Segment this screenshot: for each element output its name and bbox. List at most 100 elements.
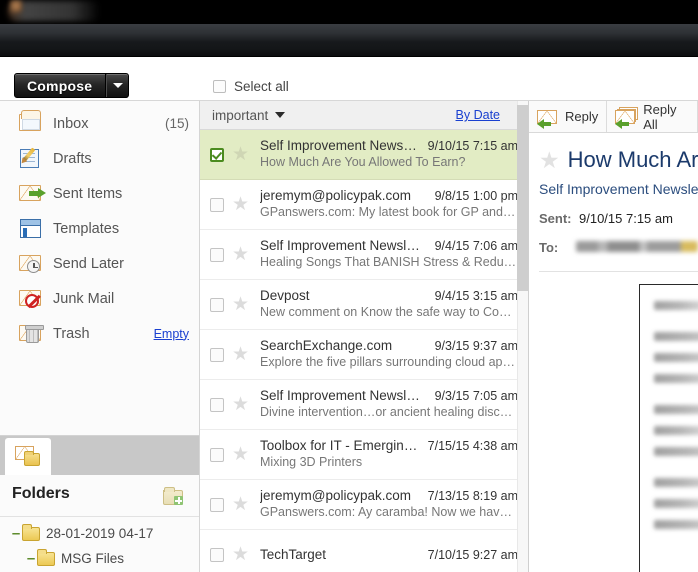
row-subject: Mixing 3D Printers xyxy=(260,455,363,469)
sidebar-item-trash[interactable]: Trash Empty xyxy=(0,316,199,351)
star-icon[interactable]: ★ xyxy=(539,148,560,172)
sidebar-item-label: Drafts xyxy=(53,150,92,167)
email-subject: How Much Are xyxy=(567,147,698,172)
drafts-pencil-icon xyxy=(17,146,45,172)
sidebar-item-junk-mail[interactable]: Junk Mail xyxy=(0,281,199,316)
table-row[interactable]: ★ Self Improvement Newsletter 9/3/15 7:0… xyxy=(200,380,528,430)
sidebar-item-inbox[interactable]: Inbox (15) xyxy=(0,106,199,141)
row-sender: jeremym@policypak.com xyxy=(260,188,411,203)
row-subject: Divine intervention…or ancient healing d… xyxy=(260,405,513,419)
row-checkbox[interactable] xyxy=(210,147,224,162)
reply-all-button-label: Reply All xyxy=(643,101,677,132)
compose-dropdown-toggle[interactable] xyxy=(106,74,128,97)
tree-item-msg-files[interactable]: – MSG Files xyxy=(0,546,199,571)
email-sent-field: Sent: 9/10/15 7:15 am xyxy=(539,211,698,226)
empty-trash-link[interactable]: Empty xyxy=(154,327,189,341)
send-later-clock-icon xyxy=(17,251,45,277)
sidebar-item-templates[interactable]: Templates xyxy=(0,211,199,246)
caret-down-icon[interactable] xyxy=(275,112,286,118)
table-row[interactable]: ★ Toolbox for IT - Emerging Tec… 7/15/15… xyxy=(200,430,528,480)
message-list-scrollbar[interactable] xyxy=(517,101,528,572)
star-icon[interactable]: ★ xyxy=(232,445,254,464)
row-checkbox[interactable] xyxy=(210,497,224,512)
row-date: 7/13/15 8:19 am xyxy=(427,489,518,503)
tree-twisty-icon[interactable]: – xyxy=(25,551,37,566)
star-icon[interactable]: ★ xyxy=(232,245,254,264)
reading-pane: Reply Reply All ★ How Much Are Self Impr… xyxy=(528,101,698,572)
email-to-value-redacted xyxy=(576,241,698,252)
star-icon[interactable]: ★ xyxy=(232,545,254,564)
table-row[interactable]: ★ Self Improvement Newsletter 9/10/15 7:… xyxy=(200,130,528,180)
sidebar-item-send-later[interactable]: Send Later xyxy=(0,246,199,281)
select-all-label: Select all xyxy=(234,79,289,94)
row-date: 9/3/15 9:37 am xyxy=(434,339,518,353)
tree-item-label: 28-01-2019 04-17 xyxy=(46,526,154,541)
sidebar-item-label: Inbox xyxy=(53,115,89,132)
row-checkbox[interactable] xyxy=(210,247,224,262)
star-icon[interactable]: ★ xyxy=(232,145,254,164)
reply-button-label: Reply xyxy=(565,109,599,124)
row-date: 9/10/15 7:15 am xyxy=(427,139,518,153)
sidebar-item-label: Trash xyxy=(53,325,90,342)
table-row[interactable]: ★ TechTarget 7/10/15 9:27 am xyxy=(200,530,528,572)
compose-button[interactable]: Compose xyxy=(14,73,130,98)
reply-icon xyxy=(537,109,559,129)
email-to-field: To: xyxy=(539,240,698,255)
email-sent-label: Sent: xyxy=(539,211,572,226)
sidebar-item-sent-items[interactable]: Sent Items xyxy=(0,176,199,211)
email-sender: Self Improvement Newslet xyxy=(539,181,698,197)
row-sender: jeremym@policypak.com xyxy=(260,488,411,503)
tree-twisty-icon[interactable]: – xyxy=(10,526,22,541)
table-row[interactable]: ★ jeremym@policypak.com 7/13/15 8:19 am … xyxy=(200,480,528,530)
reply-all-icon xyxy=(615,106,639,129)
star-icon[interactable]: ★ xyxy=(232,395,254,414)
star-icon[interactable]: ★ xyxy=(232,295,254,314)
row-date: 9/4/15 3:15 am xyxy=(434,289,518,303)
table-row[interactable]: ★ jeremym@policypak.com 9/8/15 1:00 pm G… xyxy=(200,180,528,230)
table-row[interactable]: ★ Self Improvement Newsletter 9/4/15 7:0… xyxy=(200,230,528,280)
trash-bin-icon xyxy=(17,321,45,347)
row-checkbox[interactable] xyxy=(210,547,224,562)
row-date: 7/15/15 4:38 am xyxy=(427,439,518,453)
mail-folders-tab-icon xyxy=(15,446,41,468)
folders-title: Folders xyxy=(12,485,70,502)
tree-item-root[interactable]: – 28-01-2019 04-17 xyxy=(0,521,199,546)
row-checkbox[interactable] xyxy=(210,197,224,212)
row-sender: TechTarget xyxy=(260,547,327,562)
row-sender: Devpost xyxy=(260,288,310,303)
tab-mail-folders[interactable] xyxy=(5,438,51,476)
email-header-divider xyxy=(539,271,698,272)
star-icon[interactable]: ★ xyxy=(232,495,254,514)
row-sender: Self Improvement Newsletter xyxy=(260,238,427,253)
select-all-control[interactable]: Select all xyxy=(213,79,289,94)
row-checkbox[interactable] xyxy=(210,447,224,462)
sidebar-item-label: Templates xyxy=(53,220,120,237)
row-date: 9/8/15 1:00 pm xyxy=(434,189,518,203)
row-sender: SearchExchange.com xyxy=(260,338,393,353)
inbox-unread-count: (15) xyxy=(164,116,189,131)
reply-all-button[interactable]: Reply All xyxy=(607,101,698,132)
sidebar-item-label: Junk Mail xyxy=(53,290,115,307)
table-row[interactable]: ★ Devpost 9/4/15 3:15 am New comment on … xyxy=(200,280,528,330)
table-row[interactable]: ★ SearchExchange.com 9/3/15 9:37 am Expl… xyxy=(200,330,528,380)
junk-mail-ban-icon xyxy=(17,286,45,312)
scrollbar-thumb[interactable] xyxy=(517,105,528,291)
sidebar-item-drafts[interactable]: Drafts xyxy=(0,141,199,176)
sidebar-item-label: Sent Items xyxy=(53,185,123,202)
star-icon[interactable]: ★ xyxy=(232,345,254,364)
row-checkbox[interactable] xyxy=(210,297,224,312)
new-folder-icon[interactable] xyxy=(163,487,185,505)
row-checkbox[interactable] xyxy=(210,347,224,362)
row-checkbox[interactable] xyxy=(210,397,224,412)
select-all-checkbox[interactable] xyxy=(213,80,226,93)
compose-button-label: Compose xyxy=(15,74,107,97)
sidebar: Inbox (15) Drafts Sent Items Templates S… xyxy=(0,101,200,572)
message-list-header: important By Date xyxy=(200,101,528,130)
sort-by-date-link[interactable]: By Date xyxy=(456,108,500,122)
email-header: ★ How Much Are Self Improvement Newslet … xyxy=(529,133,698,272)
row-subject: New comment on Know the safe way to Co… xyxy=(260,305,512,319)
reply-button[interactable]: Reply xyxy=(529,101,608,132)
mail-client-window: Compose Select all Inbox (15) Drafts Sen… xyxy=(0,0,698,572)
star-icon[interactable]: ★ xyxy=(232,195,254,214)
inbox-envelope-icon xyxy=(17,109,45,137)
